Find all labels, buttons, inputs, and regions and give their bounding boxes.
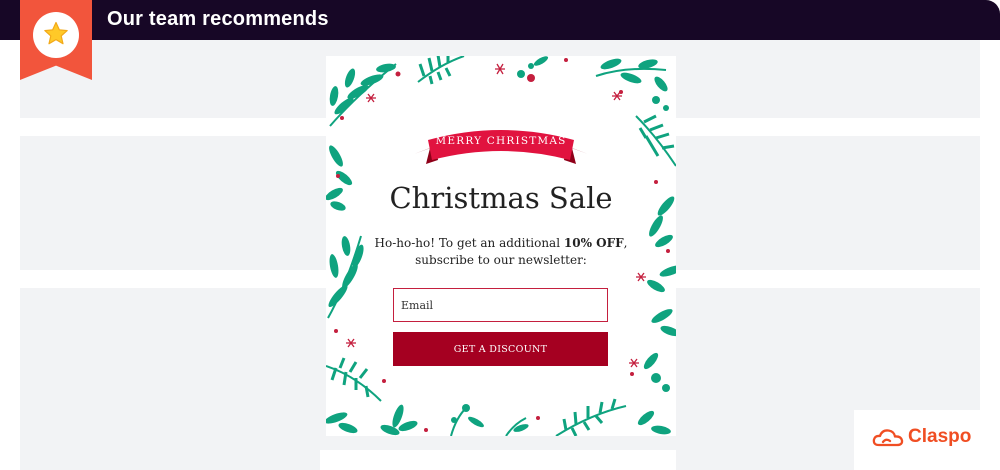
discount-highlight: 10% OFF <box>563 236 624 250</box>
description-text: Ho-ho-ho! To get an additional <box>374 236 564 250</box>
header-title: Our team recommends <box>107 8 329 30</box>
ribbon-label: MERRY CHRISTMAS <box>435 135 567 147</box>
header-bar: Our team recommends <box>0 0 1000 40</box>
newsletter-popup: MERRY CHRISTMAS Christmas Sale Ho-ho-ho!… <box>326 56 676 436</box>
merry-christmas-banner <box>414 130 588 164</box>
brand-logo: Claspo <box>854 410 1000 470</box>
badge-circle <box>33 12 79 58</box>
background-block <box>676 450 854 470</box>
popup-description: Ho-ho-ho! To get an additional 10% OFF, … <box>366 235 636 269</box>
cloud-icon <box>872 429 904 447</box>
star-icon <box>44 21 68 45</box>
popup-headline: Christmas Sale <box>389 181 613 215</box>
get-discount-button[interactable]: GET A DISCOUNT <box>393 332 608 366</box>
background-block <box>20 450 320 470</box>
brand-name: Claspo <box>908 426 972 447</box>
email-input[interactable] <box>393 288 608 322</box>
